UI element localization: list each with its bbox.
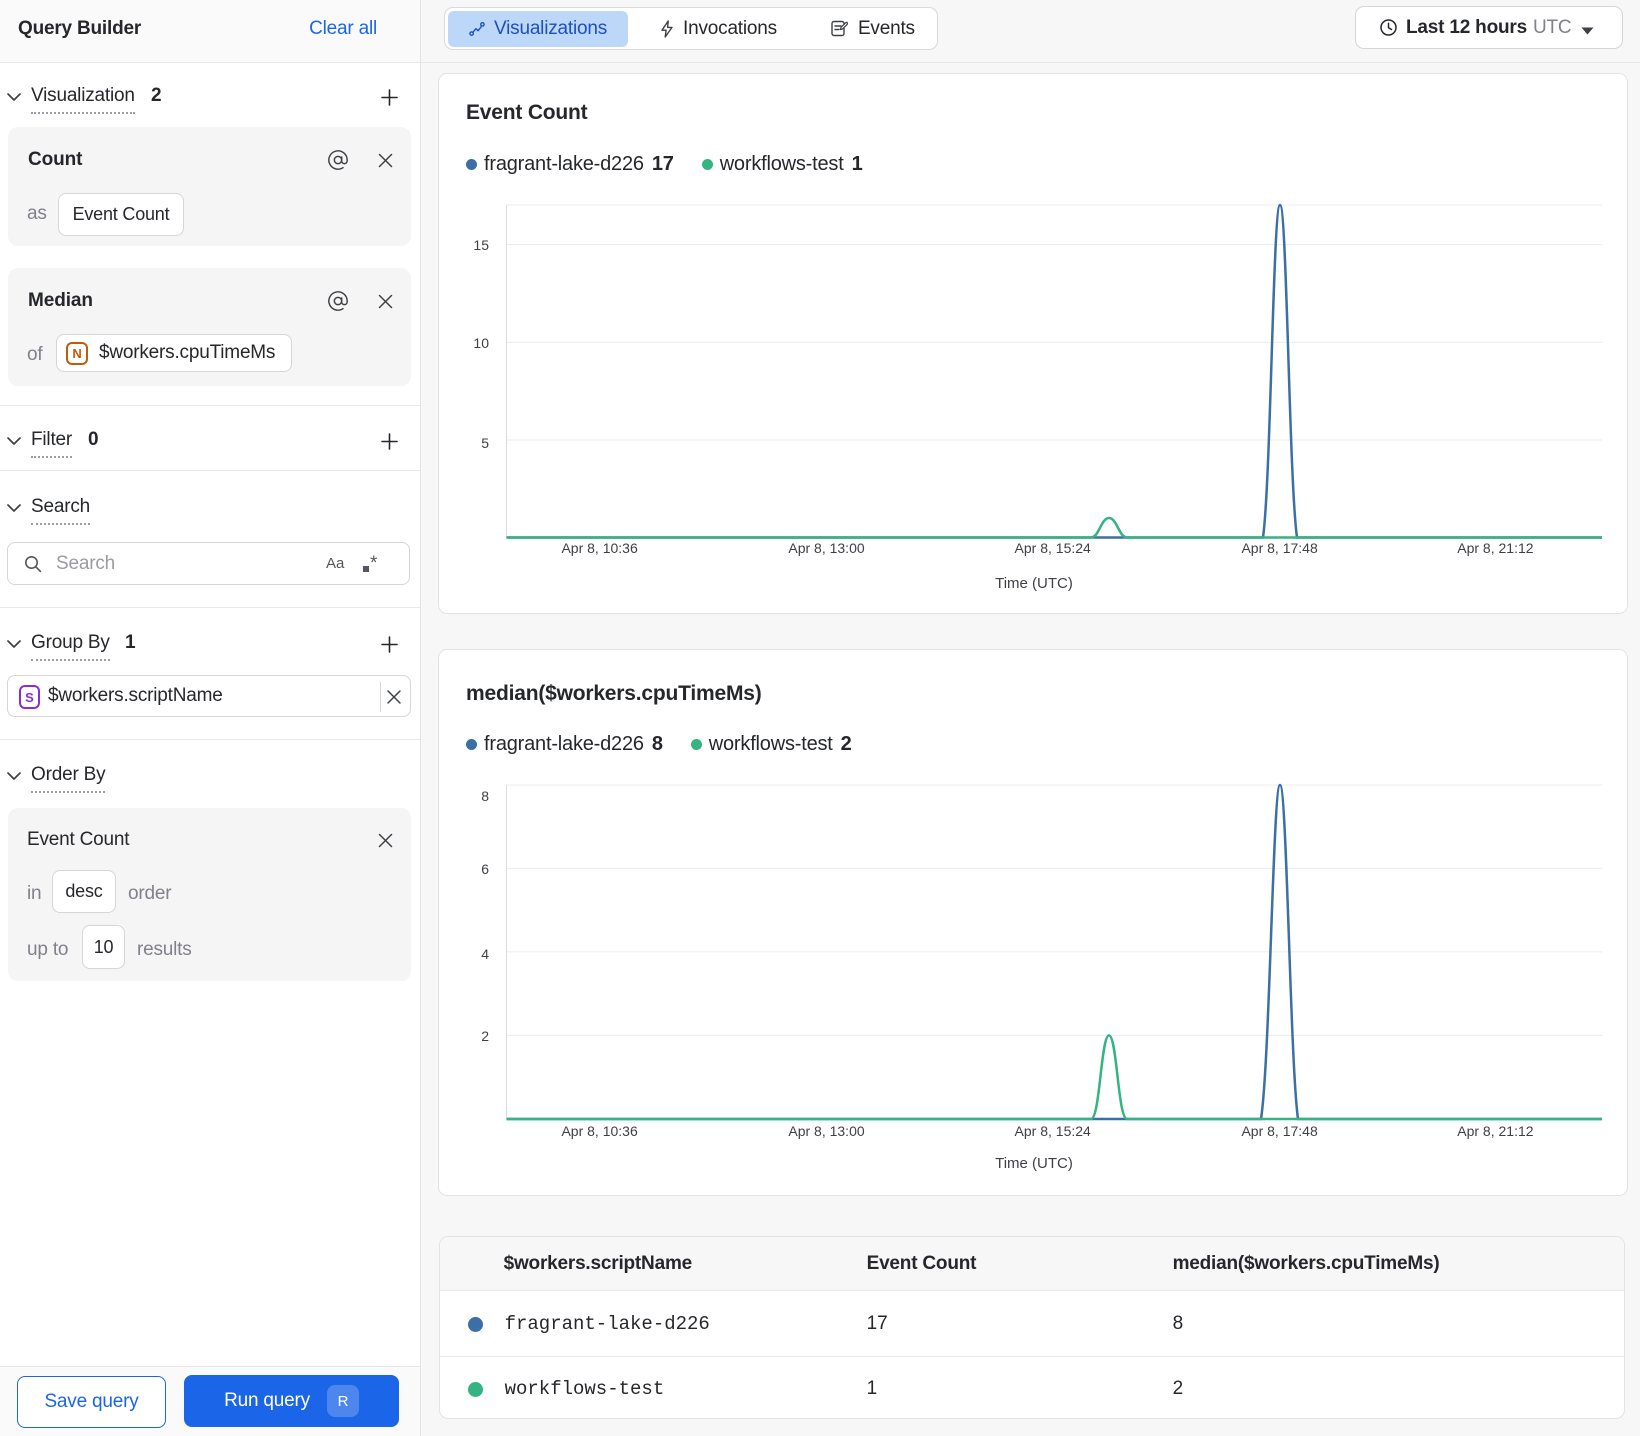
svg-text:8: 8 [481,788,489,804]
svg-text:Apr 8, 10:36: Apr 8, 10:36 [561,1123,637,1139]
svg-text:Apr 8, 17:48: Apr 8, 17:48 [1241,1123,1317,1139]
svg-text:Time (UTC): Time (UTC) [995,575,1073,592]
svg-text:5: 5 [481,435,489,451]
svg-text:Apr 8, 10:36: Apr 8, 10:36 [561,540,637,556]
svg-text:Apr 8, 13:00: Apr 8, 13:00 [788,540,864,556]
svg-text:Apr 8, 21:12: Apr 8, 21:12 [1457,540,1533,556]
svg-text:4: 4 [481,946,489,962]
svg-text:6: 6 [481,861,489,877]
svg-text:*: * [370,554,378,574]
svg-text:Apr 8, 15:24: Apr 8, 15:24 [1015,1123,1091,1139]
svg-text:10: 10 [473,335,489,351]
svg-text:Apr 8, 15:24: Apr 8, 15:24 [1015,540,1091,556]
svg-text:Time (UTC): Time (UTC) [995,1155,1073,1172]
svg-text:Apr 8, 13:00: Apr 8, 13:00 [788,1123,864,1139]
svg-text:Apr 8, 17:48: Apr 8, 17:48 [1241,540,1317,556]
svg-text:2: 2 [481,1028,489,1044]
svg-text:Aa: Aa [326,555,345,571]
svg-text:15: 15 [473,237,489,253]
svg-text:Apr 8, 21:12: Apr 8, 21:12 [1457,1123,1533,1139]
